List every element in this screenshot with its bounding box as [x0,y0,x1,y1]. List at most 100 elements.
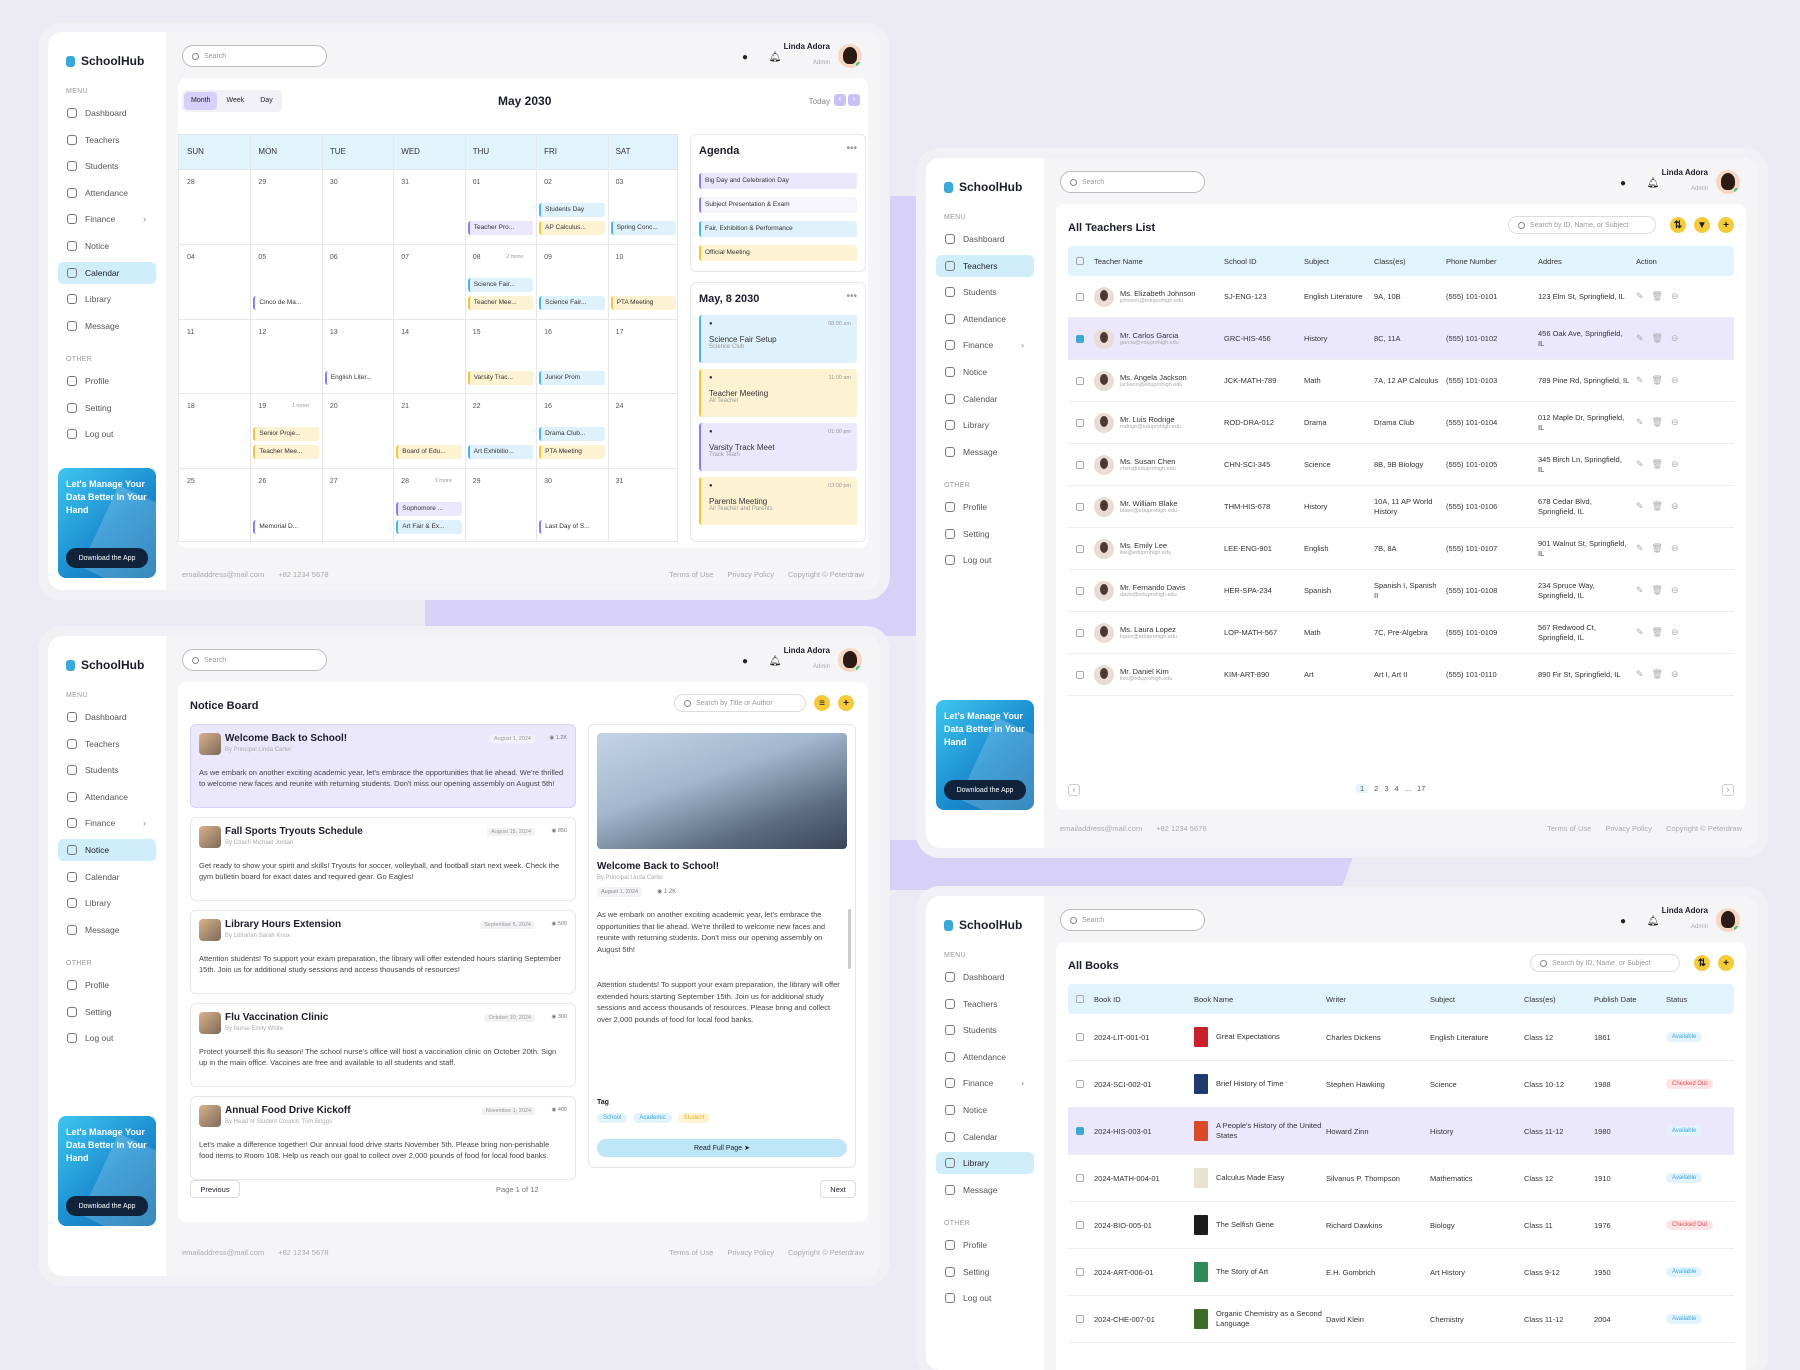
calendar-event[interactable]: English Liter... [324,370,391,385]
app-logo[interactable]: SchoolHub [66,54,144,68]
privacy-link[interactable]: Privacy Policy [727,570,774,579]
day-event[interactable]: 11:00 am ● Teacher Meeting All Teacher [699,369,857,417]
nav-attendance[interactable]: Attendance [58,182,156,204]
table-row[interactable]: Mr. Fernando Davis davis@eduprohigh.edu HE… [1068,570,1734,612]
nav-library[interactable]: Library [58,892,156,914]
nav-logout[interactable]: Log out [58,1027,156,1049]
prev-page-icon[interactable]: ‹ [1068,784,1080,796]
nav-teachers[interactable]: Teachers [58,733,156,755]
nav-notice[interactable]: Notice [58,235,156,257]
edit-icon[interactable]: ✎ [1636,543,1644,554]
trash-icon[interactable]: 🗑︎ [1652,669,1663,680]
minus-icon[interactable]: ⊖ [1671,459,1679,470]
nav-calendar[interactable]: Calendar [58,262,156,284]
calendar-event[interactable]: Junior Prom [539,370,605,385]
terms-link[interactable]: Terms of Use [669,570,713,579]
download-app-button[interactable]: Download the App [944,780,1026,800]
nav-library[interactable]: Library [58,288,156,310]
tag-student[interactable]: Student [677,1113,711,1123]
table-row[interactable]: 2024-CHE-007-01 Organic Chemistry as a Se… [1068,1296,1734,1343]
calendar-day[interactable]: 20 [322,393,393,468]
calendar-event[interactable]: Senior Proje... [253,427,319,442]
next-month-icon[interactable]: › [848,94,860,106]
teachers-search-input[interactable]: Search by ID, Name, or Subject [1508,216,1656,234]
row-checkbox[interactable] [1076,1127,1084,1135]
row-checkbox[interactable] [1076,376,1084,385]
minus-icon[interactable]: ⊖ [1671,333,1679,344]
chat-icon[interactable]: ● [738,654,752,668]
view-day[interactable]: Day [253,92,279,110]
nav-dashboard[interactable]: Dashboard [936,966,1034,988]
terms-link[interactable]: Terms of Use [1547,824,1591,833]
minus-icon[interactable]: ⊖ [1671,669,1679,680]
next-page-icon[interactable]: › [1722,784,1734,796]
table-row[interactable]: Mr. Carlos Garcia garcia@eduprohigh.edu GR… [1068,318,1734,360]
nav-dashboard[interactable]: Dashboard [936,228,1034,250]
nav-library[interactable]: Library [936,1152,1034,1174]
trash-icon[interactable]: 🗑︎ [1652,417,1663,428]
chat-icon[interactable]: ● [1616,914,1630,928]
calendar-event[interactable]: Board of Edu... [396,445,462,460]
edit-icon[interactable]: ✎ [1636,291,1644,302]
edit-icon[interactable]: ✎ [1636,375,1644,386]
calendar-day[interactable]: 31 [608,468,679,543]
nav-calendar[interactable]: Calendar [936,1126,1034,1148]
row-checkbox[interactable] [1076,544,1084,553]
edit-icon[interactable]: ✎ [1636,417,1644,428]
trash-icon[interactable]: 🗑︎ [1652,459,1663,470]
calendar-event[interactable]: Varsity Trac... [467,370,534,385]
calendar-event[interactable]: Teacher Mee... [253,445,319,460]
add-button[interactable]: + [1718,217,1734,233]
table-row[interactable]: Ms. Susan Chen chen@eduprohigh.edu CHN-SCI… [1068,444,1734,486]
bell-icon[interactable]: 🔔︎ [768,654,782,668]
row-checkbox[interactable] [1076,1221,1084,1229]
nav-setting[interactable]: Setting [58,1001,156,1023]
calendar-day[interactable]: 07 [393,244,464,319]
download-app-button[interactable]: Download the App [66,548,148,568]
page-link[interactable]: 4 [1395,784,1399,793]
app-logo[interactable]: SchoolHub [944,918,1022,932]
user-profile[interactable]: Linda Adora Admin [784,646,862,673]
calendar-event[interactable]: Art Exhibitio... [467,445,534,460]
table-row[interactable]: Ms. Elizabeth Johnson johnson@eduprohigh.… [1068,276,1734,318]
row-checkbox[interactable] [1076,1315,1084,1323]
calendar-event[interactable]: Art Fair & Ex... [396,520,462,535]
notice-item[interactable]: Welcome Back to School! By Principal Lind… [190,724,576,808]
calendar-day[interactable]: 04 [179,244,250,319]
nav-calendar[interactable]: Calendar [58,866,156,888]
nav-students[interactable]: Students [58,759,156,781]
trash-icon[interactable]: 🗑︎ [1652,291,1663,302]
next-button[interactable]: Next [820,1180,856,1198]
bell-icon[interactable]: 🔔︎ [1646,176,1660,190]
calendar-day[interactable]: 29 [250,169,321,244]
edit-icon[interactable]: ✎ [1636,459,1644,470]
nav-message[interactable]: Message [936,1179,1034,1201]
nav-profile[interactable]: Profile [936,496,1034,518]
nav-setting[interactable]: Setting [58,397,156,419]
calendar-event[interactable]: Last Day of S... [539,520,605,535]
nav-calendar[interactable]: Calendar [936,388,1034,410]
calendar-event[interactable]: Memorial D... [253,520,319,535]
nav-teachers[interactable]: Teachers [58,129,156,151]
calendar-event[interactable]: Spring Conc... [610,221,676,235]
add-button[interactable]: + [838,695,854,711]
minus-icon[interactable]: ⊖ [1671,501,1679,512]
search-input[interactable]: Search [182,649,327,671]
nav-students[interactable]: Students [936,1019,1034,1041]
chat-icon[interactable]: ● [738,50,752,64]
calendar-day[interactable]: 17 [608,319,679,394]
table-row[interactable]: 2024-HIS-003-01 A People's History of the… [1068,1108,1734,1155]
nav-finance[interactable]: Finance › [936,334,1034,356]
calendar-event[interactable]: Science Fair... [539,295,605,310]
nav-notice[interactable]: Notice [58,839,156,861]
view-month[interactable]: Month [184,92,218,110]
row-checkbox[interactable] [1076,418,1084,427]
more-events-link[interactable]: 2 more [506,254,523,260]
books-search-input[interactable]: Search by ID, Name, or Subject [1530,954,1680,972]
nav-students[interactable]: Students [58,155,156,177]
tag-academic[interactable]: Academic [633,1113,672,1123]
notice-search-input[interactable]: Search by Title or Author [674,694,806,712]
user-profile[interactable]: Linda Adora Admin [1662,168,1740,195]
row-checkbox[interactable] [1076,334,1084,343]
select-all-checkbox[interactable] [1076,257,1084,265]
